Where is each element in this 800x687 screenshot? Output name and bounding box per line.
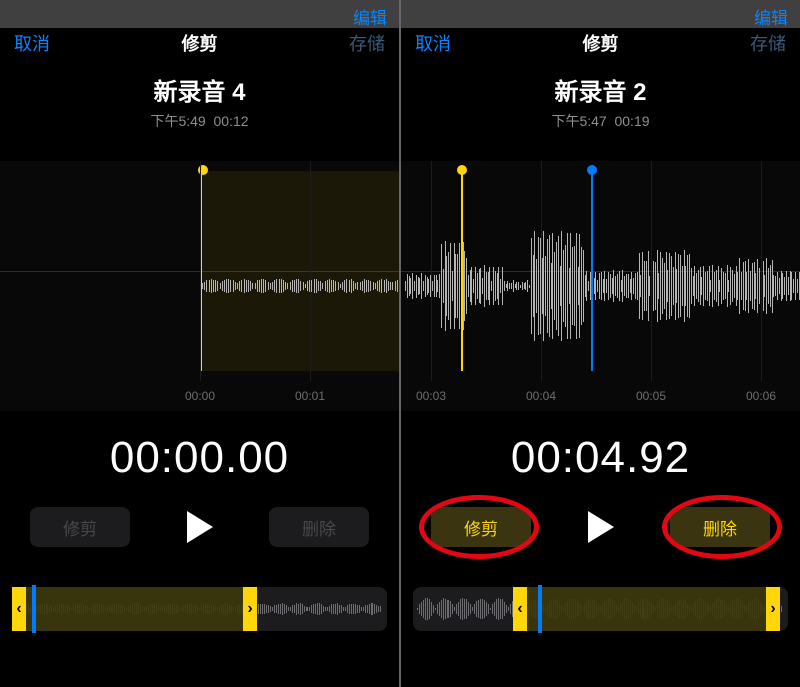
recording-info: 新录音 2 下午5:47 00:19: [401, 72, 800, 131]
trim-handle-left[interactable]: [461, 171, 463, 371]
waveform[interactable]: 00:00 00:01: [0, 161, 399, 411]
current-time: 00:04.92: [401, 433, 800, 483]
gridline: [310, 161, 311, 381]
trim-button[interactable]: 修剪: [431, 507, 531, 547]
save-button[interactable]: 存储: [750, 30, 786, 56]
time-tick: 00:05: [636, 389, 666, 403]
recording-title: 新录音 4: [0, 72, 399, 107]
mini-selection: [513, 587, 780, 631]
time-tick: 00:00: [185, 389, 215, 403]
recording-title: 新录音 2: [401, 72, 800, 107]
time-tick: 00:04: [526, 389, 556, 403]
controls-row: 修剪 删除: [401, 507, 800, 547]
time-tick: 00:03: [416, 389, 446, 403]
trim-handle-dot-icon: [457, 165, 467, 175]
cancel-button[interactable]: 取消: [415, 30, 451, 56]
recording-meta: 下午5:49 00:12: [0, 111, 399, 131]
gridline: [761, 161, 762, 381]
edit-label: 编辑: [754, 4, 788, 29]
trim-button[interactable]: 修剪: [30, 507, 130, 547]
save-button[interactable]: 存储: [349, 30, 385, 56]
edit-label: 编辑: [353, 4, 387, 29]
time-tick: 00:01: [295, 389, 325, 403]
time-tick: 00:06: [746, 389, 776, 403]
mini-selection: [12, 587, 257, 631]
playhead[interactable]: [591, 171, 593, 371]
mini-handle-right[interactable]: ›: [766, 587, 780, 631]
gridline: [651, 161, 652, 381]
dim-overlay: [0, 0, 399, 28]
recording-duration: 00:12: [213, 113, 248, 129]
mini-playhead[interactable]: [32, 585, 36, 633]
current-time: 00:00.00: [0, 433, 399, 483]
play-icon[interactable]: [187, 511, 213, 543]
page-title: 修剪: [583, 30, 619, 56]
waveform[interactable]: 00:03 00:04 00:05 00:06: [401, 161, 800, 411]
screen-right: 编辑 取消 修剪 存储 新录音 2 下午5:47 00:19 00:03 00:…: [401, 0, 800, 687]
play-icon[interactable]: [588, 511, 614, 543]
screen-left: 编辑 取消 修剪 存储 新录音 4 下午5:49 00:12 00:00 00:…: [0, 0, 399, 687]
recording-meta: 下午5:47 00:19: [401, 111, 800, 131]
delete-button[interactable]: 删除: [670, 507, 770, 547]
mini-playhead[interactable]: [538, 585, 542, 633]
mini-handle-left[interactable]: ‹: [12, 587, 26, 631]
page-title: 修剪: [182, 30, 218, 56]
gridline: [431, 161, 432, 381]
recording-time: 下午5:47: [551, 113, 606, 129]
gridline: [541, 161, 542, 381]
mini-track[interactable]: ‹ ›: [12, 587, 387, 631]
cancel-button[interactable]: 取消: [14, 30, 50, 56]
recording-duration: 00:19: [614, 113, 649, 129]
mini-handle-right[interactable]: ›: [243, 587, 257, 631]
mini-handle-left[interactable]: ‹: [513, 587, 527, 631]
recording-time: 下午5:49: [150, 113, 205, 129]
playhead-dot-icon: [587, 165, 597, 175]
controls-row: 修剪 删除: [0, 507, 399, 547]
delete-button[interactable]: 删除: [269, 507, 369, 547]
recording-info: 新录音 4 下午5:49 00:12: [0, 72, 399, 131]
gridline: [200, 161, 201, 381]
mini-track[interactable]: ‹ ›: [413, 587, 788, 631]
dim-overlay: [401, 0, 800, 28]
